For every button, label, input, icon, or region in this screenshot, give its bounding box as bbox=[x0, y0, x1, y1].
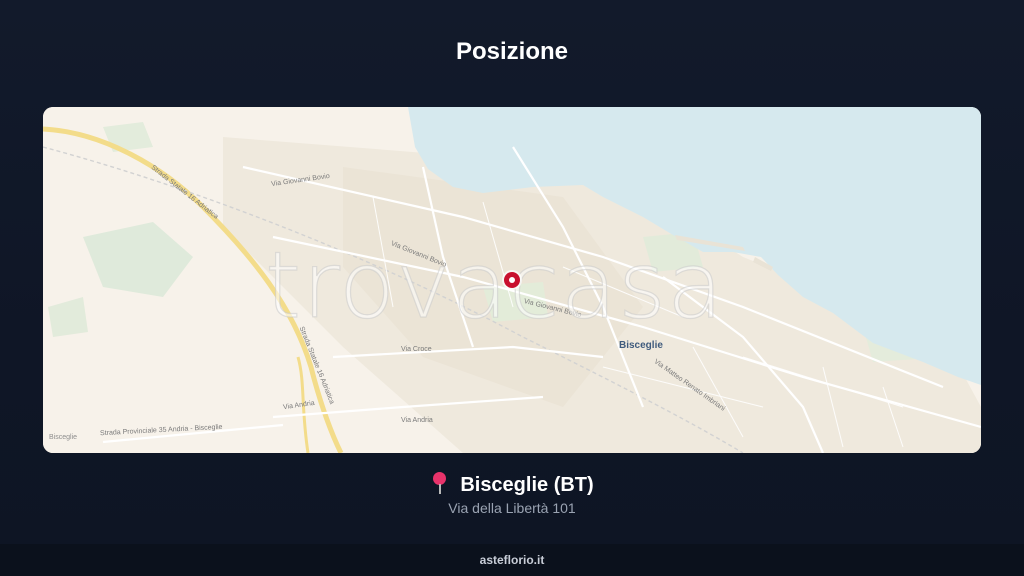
street-label-via-andria: Via Andria bbox=[401, 417, 433, 424]
location-marker-icon[interactable] bbox=[504, 272, 520, 288]
map-attribution: Bisceglie bbox=[49, 434, 78, 441]
street-label-via-croce: Via Croce bbox=[401, 346, 432, 353]
map-pin-icon bbox=[430, 472, 450, 494]
watermark-logo: trovacasa bbox=[264, 231, 725, 339]
location-row: Bisceglie (BT) bbox=[0, 472, 1024, 497]
city-label: Bisceglie bbox=[619, 340, 663, 351]
map-view[interactable]: Via Giovanni Bovio Via Giovanni Bovio Vi… bbox=[43, 107, 981, 453]
location-city: Bisceglie (BT) bbox=[460, 474, 594, 496]
page-title: Posizione bbox=[455, 38, 569, 65]
footer-site[interactable]: asteflorio.it bbox=[0, 553, 1024, 567]
location-address: Via della Libertà 101 bbox=[448, 500, 576, 516]
